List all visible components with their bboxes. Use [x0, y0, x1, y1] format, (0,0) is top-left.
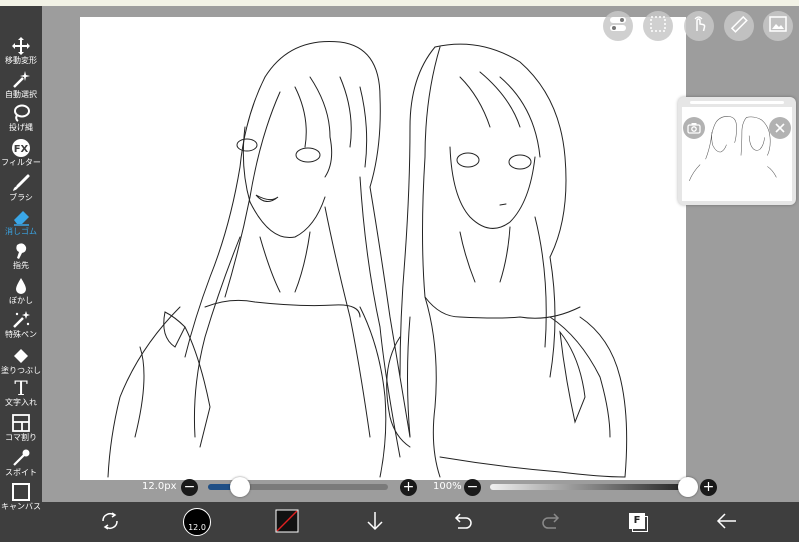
opacity-slider-knob[interactable]	[678, 477, 698, 497]
fill-bucket-icon	[10, 346, 32, 366]
special-pen-icon	[10, 310, 32, 330]
smudge-icon	[10, 241, 32, 261]
transform-button[interactable]	[97, 510, 123, 536]
tool-eraser[interactable]: 消しゴム	[0, 207, 42, 241]
tool-label: 消しゴム	[5, 227, 37, 236]
color-swatch-button[interactable]	[274, 509, 300, 537]
tool-sidebar: 移動変形 自動選択 投げ縄 FX フィルター ブラシ 消しゴム 指先 ぼかし 特…	[0, 6, 42, 542]
tool-magic-wand[interactable]: 自動選択	[0, 70, 42, 104]
toggle-panel-icon	[609, 16, 627, 36]
brush-size-plus-button[interactable]: +	[400, 479, 417, 496]
move-transform-icon	[10, 36, 32, 56]
brush-icon	[10, 173, 32, 193]
ruler-icon	[730, 15, 748, 37]
tool-filter[interactable]: FX フィルター	[0, 138, 42, 172]
tool-label: 自動選択	[5, 90, 37, 99]
slider-row: 12.0px − + 100% − +	[42, 476, 799, 500]
layers-button[interactable]: F	[626, 510, 652, 536]
color-swatch-icon	[275, 509, 299, 537]
tool-special-pen[interactable]: 特殊ペン	[0, 310, 42, 344]
tool-label: ぼかし	[9, 296, 33, 305]
tool-eyedropper[interactable]: スポイト	[0, 448, 42, 482]
blur-icon	[10, 276, 32, 296]
navigator-panel[interactable]	[678, 97, 796, 205]
tool-label: 塗りつぶし	[0, 366, 42, 375]
navigator-camera-button[interactable]	[683, 117, 705, 139]
tool-label: 特殊ペン	[5, 330, 37, 339]
tool-label: フィルター	[1, 158, 41, 167]
text-icon: T	[14, 376, 28, 400]
redo-button[interactable]	[538, 510, 564, 536]
tool-text[interactable]: T 文字入れ	[0, 376, 42, 412]
opacity-minus-button[interactable]: −	[464, 479, 481, 496]
tool-smudge[interactable]: 指先	[0, 241, 42, 275]
opacity-value: 100%	[433, 481, 462, 492]
ruler-button[interactable]	[724, 11, 754, 41]
tool-blur[interactable]: ぼかし	[0, 276, 42, 310]
brush-size-slider-knob[interactable]	[230, 477, 251, 497]
back-button[interactable]	[714, 510, 740, 536]
eraser-icon	[10, 207, 32, 227]
touch-gesture-icon	[690, 15, 708, 37]
brush-size-minus-button[interactable]: −	[181, 479, 198, 496]
svg-text:FX: FX	[14, 144, 29, 155]
selection-button[interactable]	[643, 11, 673, 41]
canvas-icon	[10, 482, 32, 502]
brush-size-preview-text: 12.0	[188, 522, 206, 532]
selection-icon	[649, 15, 667, 37]
brush-size-preview-button[interactable]: 12.0	[183, 508, 211, 536]
gallery-icon	[769, 16, 787, 36]
back-arrow-icon	[716, 512, 738, 534]
navigator-drag-handle[interactable]	[690, 101, 784, 104]
tool-label: 投げ縄	[9, 123, 33, 132]
close-icon	[774, 119, 786, 138]
gallery-button[interactable]	[763, 11, 793, 41]
transform-arrows-icon	[99, 510, 121, 536]
touch-gesture-button[interactable]	[684, 11, 714, 41]
tool-label: キャンバス	[1, 502, 41, 511]
fx-icon: FX	[10, 138, 32, 158]
tool-label: 文字入れ	[5, 398, 37, 407]
toggle-panel-button[interactable]	[603, 11, 633, 41]
undo-button[interactable]	[450, 510, 476, 536]
drawing-canvas[interactable]	[80, 17, 686, 480]
tool-fill[interactable]: 塗りつぶし	[0, 346, 42, 380]
brush-size-preview-icon: 12.0	[183, 508, 211, 536]
opacity-plus-button[interactable]: +	[700, 479, 717, 496]
frame-divider-icon	[10, 413, 32, 433]
tool-label: コマ割り	[5, 433, 37, 442]
layers-icon: F	[629, 513, 649, 533]
undo-icon	[452, 511, 474, 535]
tool-move-transform[interactable]: 移動変形	[0, 36, 42, 70]
download-button[interactable]	[362, 510, 388, 536]
top-strip	[0, 0, 799, 6]
tool-label: スポイト	[5, 468, 37, 477]
tool-canvas[interactable]: キャンバス	[0, 482, 42, 516]
layers-glyph: F	[629, 513, 645, 529]
camera-icon	[687, 119, 701, 138]
tool-lasso[interactable]: 投げ縄	[0, 103, 42, 137]
redo-icon	[540, 511, 562, 535]
opacity-slider[interactable]	[490, 484, 688, 490]
bottom-toolbar: 12.0 F	[42, 502, 799, 542]
magic-wand-icon	[10, 70, 32, 90]
tool-label: 移動変形	[5, 56, 37, 65]
line-art-drawing	[107, 40, 628, 478]
navigator-close-button[interactable]	[769, 117, 791, 139]
download-arrow-icon	[365, 510, 385, 536]
app-window: 移動変形 自動選択 投げ縄 FX フィルター ブラシ 消しゴム 指先 ぼかし 特…	[0, 0, 799, 542]
tool-frame-divider[interactable]: コマ割り	[0, 413, 42, 447]
eyedropper-icon	[10, 448, 32, 468]
tool-label: ブラシ	[9, 193, 33, 202]
lasso-icon	[10, 103, 32, 123]
brush-size-value: 12.0px	[142, 481, 177, 492]
tool-label: 指先	[13, 261, 29, 270]
tool-brush[interactable]: ブラシ	[0, 173, 42, 207]
